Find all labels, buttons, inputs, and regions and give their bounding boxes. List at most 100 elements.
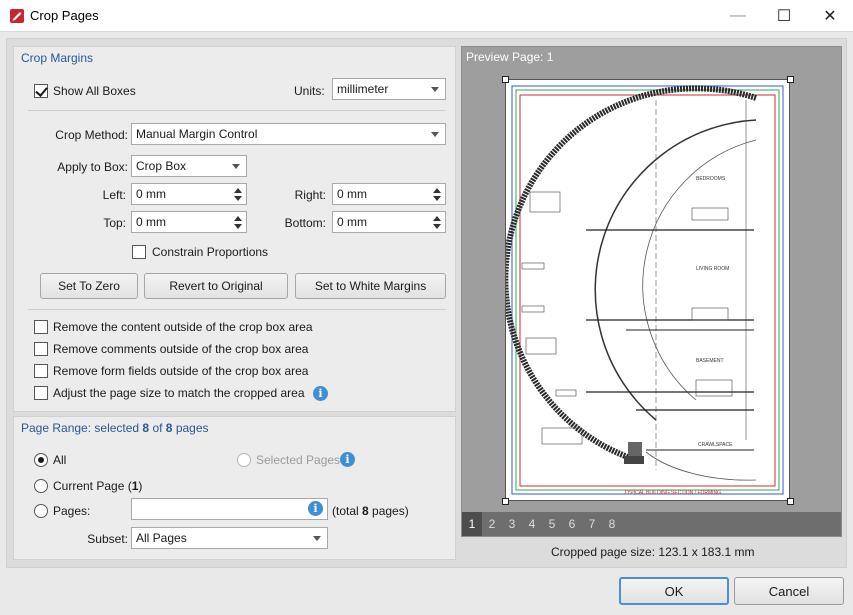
spin-down-icon[interactable] [234, 224, 242, 229]
drawing-caption: TYPICAL BUILDING SECTION / FORMING [624, 490, 721, 496]
total-pages-number: 8 [362, 504, 369, 518]
pages-radio[interactable] [34, 504, 48, 518]
pdf-app-icon [10, 9, 24, 23]
remove-content-label: Remove the content outside of the crop b… [53, 320, 313, 334]
info-icon[interactable]: i [313, 386, 328, 401]
apply-to-box-label: Apply to Box: [57, 160, 128, 174]
crop-margins-panel: Crop Margins Show All Boxes Units: milli… [13, 46, 456, 412]
page-tab-3[interactable]: 3 [502, 512, 522, 536]
spin-down-icon[interactable] [234, 196, 242, 201]
crop-method-select[interactable]: Manual Margin Control [131, 123, 446, 145]
page-preview[interactable]: BEDROOMS LIVING ROOM BASEMENT CRAWLSPACE… [505, 79, 790, 501]
spin-up-icon[interactable] [433, 216, 441, 221]
page-range-panel: Page Range: selected 8 of 8 pages All Se… [13, 416, 456, 560]
spin-down-icon[interactable] [433, 224, 441, 229]
chevron-down-icon [313, 536, 321, 541]
spin-up-icon[interactable] [234, 188, 242, 193]
spin-up-icon[interactable] [234, 216, 242, 221]
spin-up-icon[interactable] [433, 188, 441, 193]
show-all-boxes-checkbox[interactable] [34, 84, 48, 98]
page-range-of: of [149, 421, 166, 435]
room-label-living-room: LIVING ROOM [696, 266, 729, 272]
maximize-icon[interactable]: ☐ [761, 0, 807, 32]
close-icon[interactable]: ✕ [807, 0, 853, 32]
page-tab-1[interactable]: 1 [462, 512, 482, 536]
apply-to-box-value: Crop Box [136, 159, 187, 173]
all-pages-label: All [53, 453, 67, 467]
bottom-margin-value: 0 mm [337, 215, 367, 229]
page-tabs: 1 2 3 4 5 6 7 8 [462, 512, 841, 536]
page-tab-5[interactable]: 5 [542, 512, 562, 536]
crop-margins-title: Crop Margins [21, 51, 94, 65]
total-prefix: (total [332, 504, 363, 518]
units-value: millimeter [337, 82, 389, 96]
top-margin-value: 0 mm [136, 215, 166, 229]
page-tab-2[interactable]: 2 [482, 512, 502, 536]
show-all-boxes-label: Show All Boxes [53, 84, 136, 98]
page-range-title: Page Range: selected 8 of 8 pages [21, 421, 209, 435]
pages-input[interactable] [131, 498, 328, 520]
crop-handle-top-left[interactable] [502, 76, 509, 83]
current-page-label: Current Page (1) [53, 479, 142, 493]
set-to-zero-button[interactable]: Set To Zero [40, 273, 138, 299]
page-tab-4[interactable]: 4 [522, 512, 542, 536]
subset-label: Subset: [87, 532, 128, 546]
total-suffix: pages) [368, 504, 409, 518]
bottom-label: Bottom: [284, 216, 326, 230]
ok-button[interactable]: OK [619, 577, 729, 605]
subset-select[interactable]: All Pages [131, 527, 328, 549]
right-margin-stepper[interactable]: 0 mm [332, 183, 446, 205]
remove-comments-checkbox[interactable] [34, 342, 48, 356]
units-label: Units: [294, 84, 325, 98]
preview-title: Preview Page: 1 [466, 50, 554, 64]
cropped-page-size: Cropped page size: 123.1 x 183.1 mm [551, 545, 755, 559]
adjust-page-size-checkbox[interactable] [34, 386, 48, 400]
crop-method-value: Manual Margin Control [136, 127, 258, 141]
constrain-proportions-checkbox[interactable] [132, 245, 146, 259]
room-label-bedrooms: BEDROOMS [696, 176, 726, 182]
crop-handle-top-right[interactable] [787, 76, 794, 83]
dialog-body: Crop Margins Show All Boxes Units: milli… [6, 38, 847, 568]
remove-form-fields-checkbox[interactable] [34, 364, 48, 378]
page-tab-6[interactable]: 6 [562, 512, 582, 536]
info-icon[interactable]: i [308, 501, 323, 516]
cancel-button[interactable]: Cancel [734, 577, 844, 605]
set-to-white-margins-button[interactable]: Set to White Margins [295, 273, 446, 299]
current-page-prefix: Current Page ( [53, 479, 132, 493]
crop-handle-bottom-right[interactable] [787, 498, 794, 505]
adjust-page-size-label: Adjust the page size to match the croppe… [53, 386, 305, 400]
subset-value: All Pages [136, 531, 187, 545]
preview-panel: Preview Page: 1 BEDROOMS LIVING ROOM BAS… [461, 46, 842, 537]
page-range-suffix: pages [172, 421, 209, 435]
building-section-drawing: BEDROOMS LIVING ROOM BASEMENT CRAWLSPACE… [506, 85, 784, 496]
chevron-down-icon [431, 87, 439, 92]
constrain-proportions-label: Constrain Proportions [152, 245, 269, 259]
left-margin-stepper[interactable]: 0 mm [131, 183, 247, 205]
chevron-down-icon [431, 132, 439, 137]
remove-form-fields-label: Remove form fields outside of the crop b… [53, 364, 309, 378]
revert-to-original-button[interactable]: Revert to Original [144, 273, 288, 299]
right-margin-value: 0 mm [337, 187, 367, 201]
remove-content-checkbox[interactable] [34, 320, 48, 334]
selected-pages-radio[interactable] [237, 453, 251, 467]
top-margin-stepper[interactable]: 0 mm [131, 211, 247, 233]
remove-comments-label: Remove comments outside of the crop box … [53, 342, 309, 356]
page-tab-7[interactable]: 7 [582, 512, 602, 536]
minimize-icon[interactable]: — [715, 0, 761, 32]
page-tab-8[interactable]: 8 [602, 512, 622, 536]
left-margin-value: 0 mm [136, 187, 166, 201]
all-pages-radio[interactable] [34, 453, 48, 467]
units-select[interactable]: millimeter [332, 78, 446, 100]
left-label: Left: [102, 188, 126, 202]
crop-handle-bottom-left[interactable] [502, 498, 509, 505]
total-pages-label: (total 8 pages) [332, 504, 409, 518]
title-bar: Crop Pages — ☐ ✕ [0, 0, 853, 32]
room-label-crawlspace: CRAWLSPACE [698, 442, 733, 448]
spin-down-icon[interactable] [433, 196, 441, 201]
current-page-radio[interactable] [34, 479, 48, 493]
bottom-margin-stepper[interactable]: 0 mm [332, 211, 446, 233]
apply-to-box-select[interactable]: Crop Box [131, 155, 247, 177]
window-title: Crop Pages [30, 8, 99, 23]
current-page-suffix: ) [138, 479, 143, 493]
info-icon[interactable]: i [340, 452, 355, 467]
